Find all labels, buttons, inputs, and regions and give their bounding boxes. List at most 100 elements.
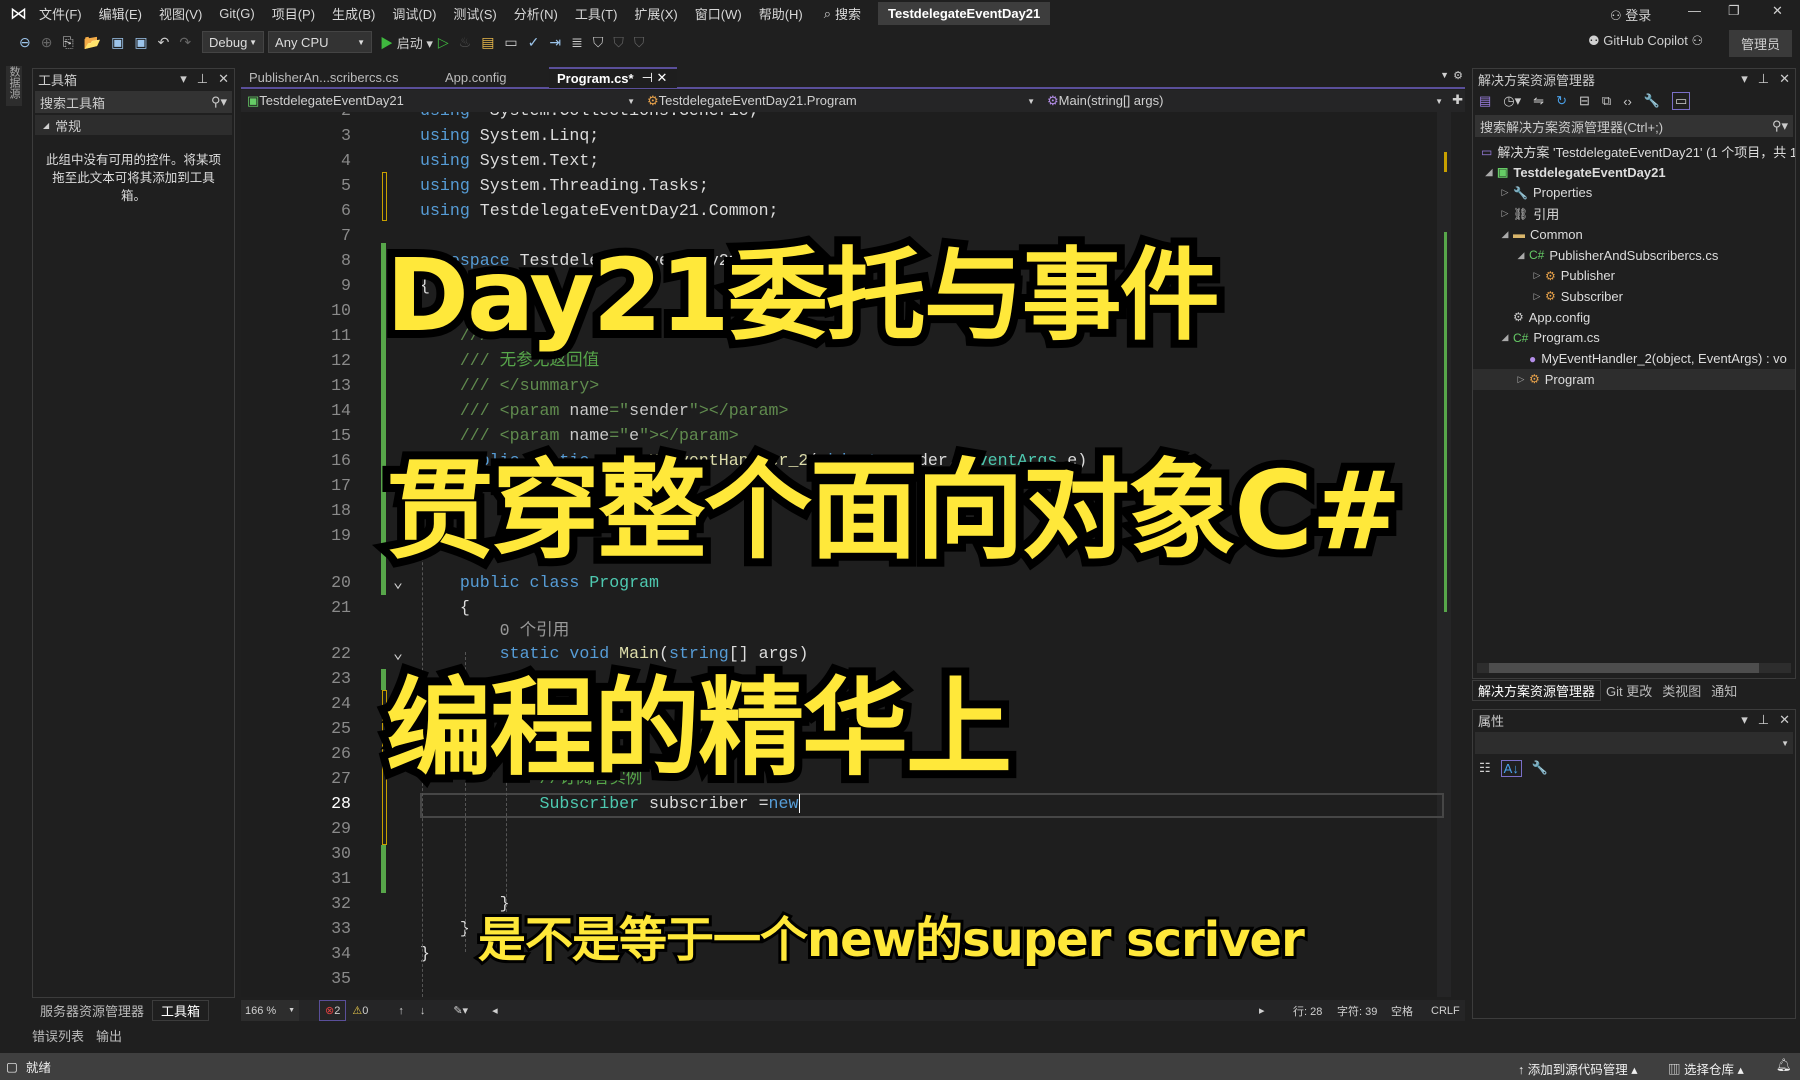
restore-button[interactable]: ❐ (1728, 3, 1740, 19)
expander-icon[interactable]: ◢ (1497, 332, 1513, 343)
menu-item[interactable]: 窗口(W) (695, 4, 742, 23)
menu-item[interactable]: 分析(N) (514, 4, 558, 23)
menu-item[interactable]: 项目(P) (272, 4, 315, 23)
open-icon[interactable]: 📂 (84, 34, 101, 51)
close-icon[interactable]: ✕ (1779, 712, 1790, 727)
start-without-debug-icon[interactable]: ▷ (438, 34, 449, 51)
close-button[interactable]: ✕ (1772, 3, 1783, 19)
pin-icon[interactable]: ⊥ (197, 71, 208, 86)
categorized-icon[interactable]: ☷ (1479, 760, 1491, 776)
right-panel-tab[interactable]: 通知 (1706, 680, 1742, 701)
dropdown-icon[interactable]: ▾ (1741, 71, 1748, 86)
member-dropdown[interactable]: ⚙Main(string[] args) ▼ (1041, 93, 1449, 109)
expander-icon[interactable]: ◢ (1481, 167, 1497, 178)
expander-icon[interactable]: ◢ (1497, 229, 1513, 240)
menu-item[interactable]: 工具(T) (575, 4, 618, 23)
alphabetical-icon[interactable]: A↓ (1500, 759, 1522, 777)
bookmark-prev-icon[interactable]: ⛉ (613, 34, 624, 51)
project-dropdown[interactable]: ▣TestdelegateEventDay21 ▼ (241, 93, 641, 109)
refresh-icon[interactable]: ↻ (1556, 93, 1567, 109)
expander-icon[interactable]: ▷ (1513, 374, 1529, 385)
menu-item[interactable]: 文件(F) (39, 4, 82, 23)
minimize-button[interactable]: — (1688, 3, 1701, 18)
next-issue-icon[interactable]: ↓ (420, 1005, 426, 1017)
tab-error-list[interactable]: 错误列表 (26, 1025, 90, 1046)
editor-tab[interactable]: PublisherAn...scribercs.cs (241, 67, 437, 88)
tree-item[interactable]: ◢ C# PublisherAndSubscribercs.cs (1473, 245, 1795, 266)
scroll-right-icon[interactable]: ▸ (1259, 1004, 1265, 1017)
collapse-all-icon[interactable]: ⊟ (1579, 93, 1590, 109)
menu-item[interactable]: 生成(B) (332, 4, 375, 23)
login-button[interactable]: ⚇ 登录 (1610, 5, 1651, 24)
start-button[interactable]: ▶ 启动 ▾ (380, 33, 433, 52)
scroll-left-icon[interactable]: ◂ (492, 1004, 498, 1017)
tree-item[interactable]: ▷ ⚙ Subscriber (1473, 286, 1795, 307)
editor-tab[interactable]: Program.cs* ⊣ ✕ (549, 66, 677, 88)
toolbox-group-general[interactable]: ◢ 常规 (35, 115, 232, 135)
expander-icon[interactable]: ▷ (1497, 187, 1513, 198)
indent-icon[interactable]: ⇥ (549, 34, 561, 51)
expander-icon[interactable]: ▷ (1529, 270, 1545, 281)
view-code-icon[interactable]: ‹› (1623, 94, 1632, 109)
data-sources-tab[interactable]: 数据源 (6, 66, 22, 106)
platform-select[interactable]: Any CPU ▼ (268, 31, 373, 53)
warning-count[interactable]: ⚠ 0 (352, 1004, 368, 1018)
preview-icon[interactable]: ▭ (1672, 92, 1691, 110)
pending-changes-icon[interactable]: ◷▾ (1503, 93, 1521, 109)
tree-item[interactable]: ▷ 🔧 Properties (1473, 182, 1795, 203)
error-count[interactable]: ⊗ 2 (319, 1000, 347, 1021)
spellcheck-icon[interactable]: ✓ (528, 34, 540, 51)
horizontal-scrollbar[interactable] (1477, 663, 1791, 673)
bookmark-icon[interactable]: ⛉ (593, 34, 604, 51)
right-panel-tab[interactable]: Git 更改 (1601, 680, 1657, 701)
close-icon[interactable]: ✕ (218, 71, 229, 86)
expander-icon[interactable]: ▷ (1529, 291, 1545, 302)
tree-item[interactable]: ◢ ▬ Common (1473, 224, 1795, 245)
solution-search-input[interactable]: 搜索解决方案资源管理器(Ctrl+;) ⚲▾ (1475, 115, 1793, 137)
code-cleanup-icon[interactable]: ✎▾ (453, 1004, 468, 1017)
expander-icon[interactable]: ▷ (1497, 208, 1513, 219)
properties-icon[interactable]: 🔧 (1644, 93, 1660, 109)
dropdown-icon[interactable]: ▾ (1741, 712, 1748, 727)
menu-item[interactable]: 调试(D) (392, 4, 436, 23)
tab-output[interactable]: 输出 (90, 1025, 128, 1046)
menu-item[interactable]: 测试(S) (453, 4, 496, 23)
menu-item[interactable]: 帮助(H) (759, 4, 803, 23)
search-icon[interactable]: ⌕ (824, 6, 831, 22)
tree-item[interactable]: ▷ ⚙ Publisher (1473, 265, 1795, 286)
settings-icon[interactable]: ⚙ (1453, 69, 1463, 82)
editor-tab[interactable]: App.config (437, 67, 549, 88)
tree-item[interactable]: ◢ C# Program.cs (1473, 327, 1795, 348)
fold-chevron-icon[interactable]: ⌄ (393, 641, 403, 666)
copilot-button[interactable]: ⚉ GitHub Copilot ⚇ (1588, 33, 1703, 49)
layout-icon[interactable]: ▭ (504, 34, 517, 51)
class-dropdown[interactable]: ⚙TestdelegateEventDay21.Program ▼ (641, 93, 1041, 109)
expander-icon[interactable]: ◢ (1513, 250, 1529, 261)
property-pages-icon[interactable]: 🔧 (1532, 760, 1548, 776)
close-icon[interactable]: ✕ (1779, 71, 1790, 86)
show-all-files-icon[interactable]: ⧉ (1602, 93, 1611, 109)
add-to-source-control-button[interactable]: ↑ 添加到源代码管理 ▴ (1518, 1059, 1638, 1078)
tab-toolbox[interactable]: 工具箱 (152, 1000, 210, 1021)
vs-logo-icon[interactable]: ⋈ (10, 4, 27, 24)
menu-item[interactable]: Git(G) (219, 6, 254, 21)
line-ending-indicator[interactable]: CRLF (1431, 1005, 1460, 1017)
tree-item[interactable]: ▷ ⚙ Program (1473, 368, 1795, 390)
toolbox-search-input[interactable]: 搜索工具箱 ⚲▾ (35, 91, 232, 113)
notifications-bell-icon[interactable]: 🔔︎ (1776, 1058, 1792, 1073)
right-panel-tab[interactable]: 类视图 (1657, 680, 1706, 701)
right-panel-tab[interactable]: 解决方案资源管理器 (1472, 680, 1602, 701)
back-icon[interactable]: ⊖ (19, 34, 31, 51)
configuration-select[interactable]: Debug ▼ (202, 31, 265, 53)
hot-reload-icon[interactable]: ♨ (459, 34, 472, 51)
menu-item[interactable]: 视图(V) (159, 4, 202, 23)
split-icon[interactable]: ✚ (1452, 92, 1463, 108)
prev-issue-icon[interactable]: ↑ (398, 1005, 404, 1017)
browse-icon[interactable]: ▤ (481, 34, 494, 51)
new-project-icon[interactable]: ⎘ (62, 34, 73, 51)
whitespace-indicator[interactable]: 空格 (1391, 1003, 1413, 1019)
select-repo-button[interactable]: ▥ 选择仓库 ▴ (1668, 1059, 1744, 1078)
tree-item[interactable]: ▷ ⛓ 引用 (1473, 203, 1795, 224)
bookmark-next-icon[interactable]: ⛉ (634, 34, 645, 51)
tree-item[interactable]: ● MyEventHandler_2(object, EventArgs) : v… (1473, 348, 1795, 369)
